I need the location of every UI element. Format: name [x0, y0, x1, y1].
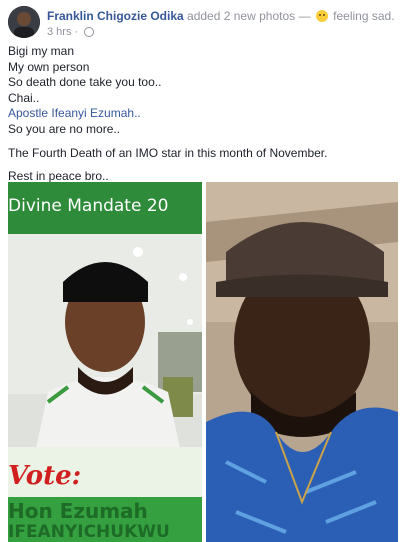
message-line: The Fourth Death of an IMO star in this …	[8, 145, 328, 160]
post-header: Franklin Chigozie Odika added 2 new phot…	[8, 6, 398, 40]
message-line: My own person	[8, 59, 90, 74]
meta-separator: ·	[74, 26, 79, 38]
poster-name-text: Hon Ezumah	[8, 499, 148, 523]
post-meta: 3 hrs ·	[47, 25, 95, 39]
photo-right[interactable]	[206, 182, 398, 542]
poster-subname-text: IFEANYICHUKWU	[8, 522, 170, 542]
sad-face-emoji-icon	[315, 10, 328, 22]
facebook-post: Franklin Chigozie Odika added 2 new phot…	[0, 0, 404, 542]
post-timestamp[interactable]: 3 hrs	[47, 26, 71, 38]
poster-vote-text: Vote:	[8, 461, 82, 491]
banner-text: Divine Mandate 20	[8, 196, 169, 216]
feeling-text: feeling sad.	[333, 9, 395, 23]
action-separator: —	[298, 9, 311, 23]
post-message: Bigi my man My own person So death done …	[8, 44, 398, 185]
post-action: added 2 new photos	[187, 9, 296, 23]
message-line: Bigi my man	[8, 44, 75, 58]
message-line: Chai..	[8, 90, 40, 105]
photo-left[interactable]: Divine Mandate 20 Vote: Hon Ezumah IFEAN…	[8, 182, 202, 542]
author-line: Franklin Chigozie Odika added 2 new phot…	[47, 8, 395, 24]
message-line: So you are no more..	[8, 121, 121, 136]
author-avatar[interactable]	[8, 6, 40, 38]
globe-icon[interactable]	[84, 27, 95, 37]
mention-link[interactable]: Apostle Ifeanyi Ezumah..	[8, 106, 398, 122]
author-name-link[interactable]: Franklin Chigozie Odika	[47, 9, 184, 23]
message-line: So death done take you too..	[8, 75, 162, 90]
